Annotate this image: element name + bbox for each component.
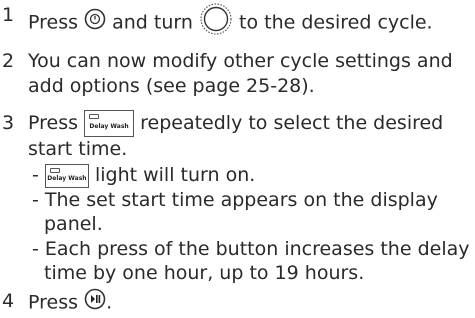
indicator-light-icon bbox=[89, 114, 100, 119]
step-number: 4 bbox=[2, 290, 15, 312]
bullet-2-line-1: - The set start time appears on the disp… bbox=[32, 189, 438, 211]
cycle-dial-icon bbox=[199, 2, 233, 44]
start-pause-icon bbox=[84, 288, 106, 318]
step-text: Press . bbox=[28, 288, 112, 318]
step-number: 2 bbox=[2, 50, 15, 72]
delay-wash-button-icon: Delay Wash bbox=[84, 110, 135, 137]
bullet-3-line-2: time by one hour, up to 19 hours. bbox=[44, 262, 365, 284]
step-text: Press Delay Wash repeatedly to select th… bbox=[28, 110, 443, 137]
step-number: 3 bbox=[2, 112, 15, 134]
step-text-line-2: start time. bbox=[28, 138, 128, 160]
bullet-1: - Delay Wash light will turn on. bbox=[32, 163, 256, 188]
delay-wash-button-icon: Delay Wash bbox=[44, 163, 89, 188]
step-text: Press and turn to the desired cycle. bbox=[28, 2, 433, 44]
bullet-3-line-1: - Each press of the button increases the… bbox=[32, 238, 470, 260]
indicator-light-icon bbox=[49, 167, 60, 173]
step-text-line-2: add options (see page 25-28). bbox=[28, 75, 315, 97]
bullet-2-line-2: panel. bbox=[44, 213, 103, 235]
step-text-line-1: You can now modify other cycle settings … bbox=[28, 50, 453, 72]
step-number: 1 bbox=[2, 4, 15, 26]
power-button-icon bbox=[84, 8, 106, 38]
